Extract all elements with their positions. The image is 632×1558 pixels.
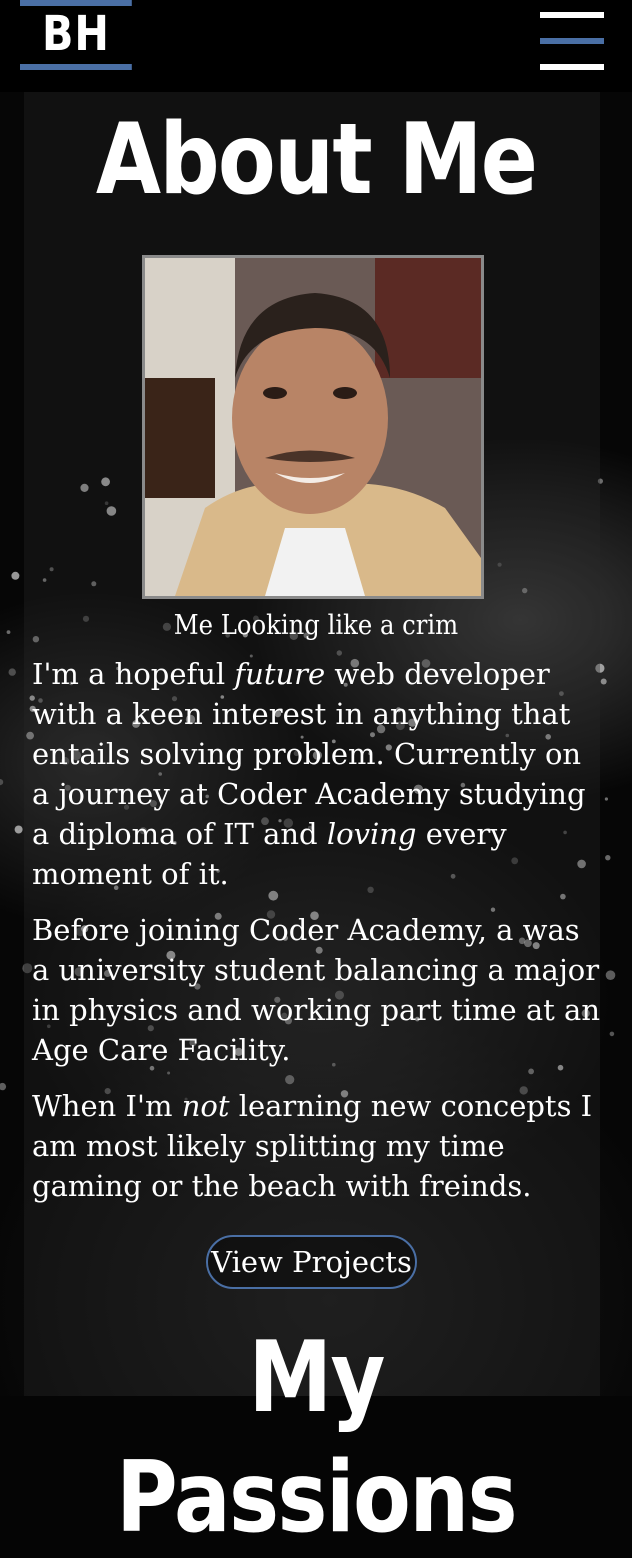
hamburger-menu-icon[interactable] bbox=[540, 12, 604, 70]
hobbies-paragraph: When I'm not learning new concepts I am … bbox=[32, 1086, 602, 1206]
view-projects-button[interactable]: View Projects bbox=[206, 1235, 417, 1289]
hobbies-emphasis-not: not bbox=[181, 1089, 230, 1123]
site-header: BH bbox=[0, 0, 632, 92]
hobbies-text-1: When I'm bbox=[32, 1089, 182, 1123]
about-section: About Me Me Looking like a crim I'm a ho… bbox=[0, 0, 632, 1555]
profile-photo bbox=[142, 255, 484, 599]
intro-text-1: I'm a hopeful bbox=[32, 657, 235, 691]
intro-emphasis-future: future bbox=[234, 657, 326, 691]
profile-photo-image bbox=[145, 258, 481, 596]
photo-caption: Me Looking like a crim bbox=[173, 610, 459, 641]
page-title: About Me bbox=[95, 103, 538, 217]
site-logo[interactable]: BH bbox=[20, 0, 132, 70]
background-paragraph: Before joining Coder Academy, a was a un… bbox=[32, 913, 601, 1067]
intro-paragraph: I'm a hopeful future web developer with … bbox=[32, 654, 602, 894]
passions-title: My Passions bbox=[116, 1321, 518, 1555]
intro-emphasis-loving: loving bbox=[326, 817, 417, 851]
